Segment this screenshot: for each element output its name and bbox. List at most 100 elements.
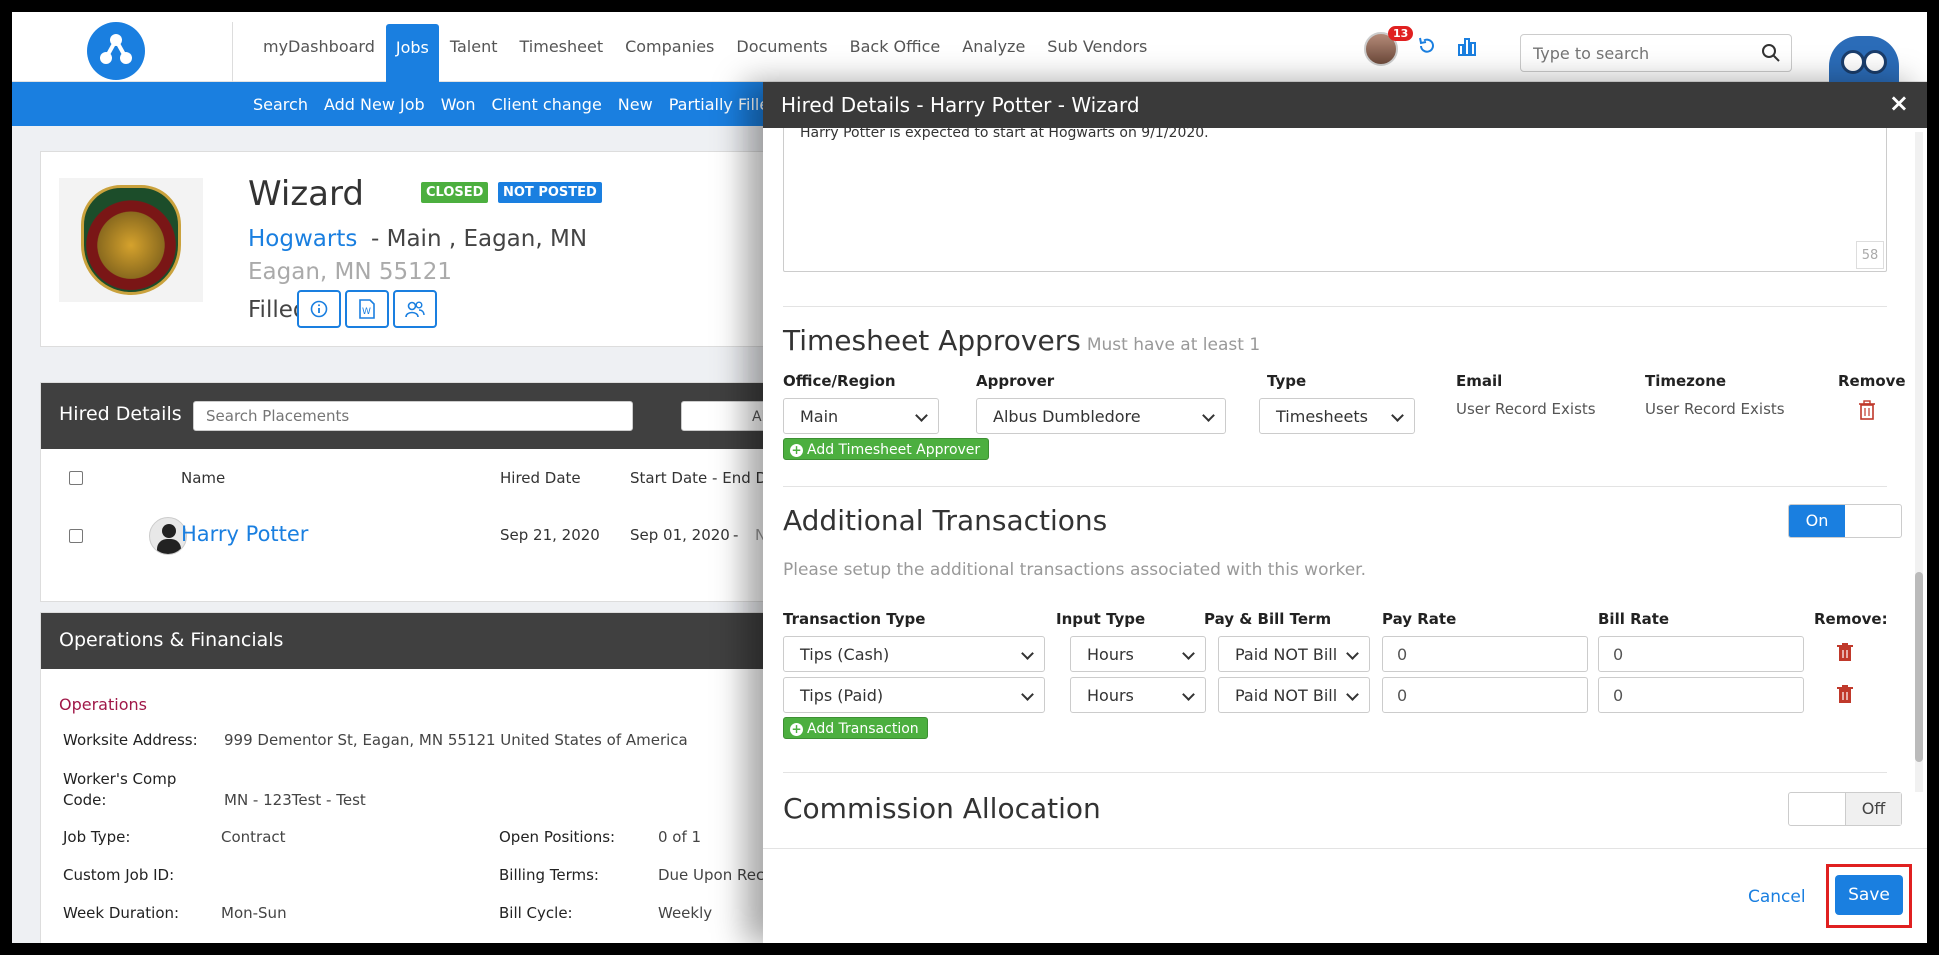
approver-timezone-value: User Record Exists	[1645, 400, 1785, 418]
workers-comp-label-1: Worker's Comp	[63, 770, 177, 788]
hired-details-header: Hired Details All	[41, 383, 801, 449]
subnav-won[interactable]: Won	[433, 95, 484, 114]
start-date-value: Sep 01, 2020	[630, 526, 730, 544]
operations-financials-panel: Operations & Financials Operations Works…	[40, 612, 792, 943]
modal-header: Hired Details - Harry Potter - Wizard ×	[763, 82, 1927, 128]
col-type: Type	[1267, 372, 1307, 390]
modal-scrollbar[interactable]	[1915, 132, 1923, 792]
open-positions-label: Open Positions:	[499, 828, 616, 846]
app-logo[interactable]	[87, 22, 145, 80]
bill-cycle-value: Weekly	[658, 904, 713, 922]
remove-transaction-trash-icon[interactable]	[1836, 642, 1854, 662]
add-timesheet-approver-button[interactable]: + Add Timesheet Approver	[783, 438, 990, 460]
approver-type-select[interactable]: Timesheets	[1259, 398, 1415, 434]
job-title: Wizard	[248, 174, 364, 214]
col-pay-bill-term: Pay & Bill Term	[1204, 610, 1332, 628]
input-type-select[interactable]: Hours	[1070, 636, 1206, 672]
search-icon[interactable]	[1761, 43, 1781, 63]
company-link[interactable]: Hogwarts	[248, 226, 357, 252]
timesheet-approvers-subtitle: Must have at least 1	[1086, 335, 1261, 355]
office-region-select[interactable]: Main	[783, 398, 939, 434]
col-office-region: Office/Region	[783, 372, 896, 390]
week-duration-label: Week Duration:	[63, 904, 180, 922]
pay-rate-input[interactable]: 0	[1382, 677, 1588, 713]
search-placements-input[interactable]	[193, 401, 633, 431]
subnav-new[interactable]: New	[610, 95, 661, 114]
subnav-add-new-job[interactable]: Add New Job	[316, 95, 433, 114]
plus-icon: +	[790, 442, 803, 457]
commission-allocation-title: Commission Allocation	[783, 792, 1101, 825]
col-transaction-remove: Remove:	[1814, 610, 1888, 628]
worksite-value: 999 Dementor St, Eagan, MN 55121 United …	[224, 731, 688, 749]
notes-textarea[interactable]: Harry Potter is expected to start at Hog…	[783, 128, 1887, 272]
notes-text: Harry Potter is expected to start at Hog…	[800, 128, 1209, 141]
owl-mascot-icon[interactable]	[1829, 36, 1899, 82]
transaction-type-select[interactable]: Tips (Cash)	[783, 636, 1045, 672]
nav-talent[interactable]: Talent	[439, 12, 509, 82]
pay-bill-term-select[interactable]: Paid NOT Bill	[1218, 677, 1370, 713]
nav-back-office[interactable]: Back Office	[839, 12, 952, 82]
commission-toggle[interactable]: Off	[1788, 792, 1902, 826]
workers-comp-label-2: Code:	[63, 791, 107, 809]
toggle-off-label: Off	[1845, 793, 1901, 825]
nav-timesheet[interactable]: Timesheet	[509, 12, 615, 82]
remove-approver-trash-icon[interactable]	[1858, 400, 1876, 420]
divider	[783, 486, 1887, 487]
word-doc-button[interactable]: W	[345, 290, 389, 328]
cancel-button[interactable]: Cancel	[1748, 887, 1806, 907]
global-search-input[interactable]	[1521, 35, 1741, 71]
approver-select[interactable]: Albus Dumbledore	[976, 398, 1226, 434]
bill-rate-input[interactable]: 0	[1598, 677, 1804, 713]
col-timezone: Timezone	[1645, 372, 1727, 390]
hired-details-title: Hired Details	[59, 403, 182, 425]
job-type-label: Job Type:	[63, 828, 131, 846]
select-all-checkbox[interactable]	[69, 471, 83, 485]
transaction-type-select[interactable]: Tips (Paid)	[783, 677, 1045, 713]
top-navbar: myDashboard Jobs Talent Timesheet Compan…	[12, 12, 1927, 82]
subnav-client-change[interactable]: Client change	[484, 95, 610, 114]
add-approver-label: Add Timesheet Approver	[807, 442, 981, 458]
nav-documents[interactable]: Documents	[725, 12, 838, 82]
nav-jobs[interactable]: Jobs	[385, 24, 439, 82]
transactions-toggle[interactable]: On	[1788, 504, 1902, 538]
add-transaction-label: Add Transaction	[807, 721, 919, 737]
col-approver: Approver	[976, 372, 1055, 390]
contacts-button[interactable]	[393, 290, 437, 328]
pay-bill-term-select[interactable]: Paid NOT Bill	[1218, 636, 1370, 672]
analytics-icon[interactable]	[1456, 35, 1478, 63]
col-name: Name	[181, 469, 226, 487]
divider	[783, 306, 1887, 307]
toggle-on-label: On	[1789, 505, 1845, 537]
user-avatar[interactable]: 13	[1364, 26, 1414, 66]
modal-title: Hired Details - Harry Potter - Wizard	[781, 93, 1140, 117]
save-highlight-box	[1826, 864, 1912, 928]
char-count: 58	[1856, 241, 1884, 269]
bill-rate-input[interactable]: 0	[1598, 636, 1804, 672]
scrollbar-thumb[interactable]	[1915, 572, 1923, 762]
status-badge-closed: CLOSED	[421, 182, 489, 203]
subnav-search[interactable]: Search	[245, 95, 316, 114]
add-transaction-button[interactable]: + Add Transaction	[783, 717, 928, 739]
info-icon	[310, 300, 328, 318]
nav-analyze[interactable]: Analyze	[951, 12, 1036, 82]
nav-sub-vendors[interactable]: Sub Vendors	[1036, 12, 1158, 82]
col-start-end-date: Start Date - End Da	[630, 469, 777, 487]
row-checkbox[interactable]	[69, 529, 83, 543]
col-hired-date: Hired Date	[500, 469, 581, 487]
divider	[783, 772, 1887, 773]
close-icon[interactable]: ×	[1889, 89, 1909, 117]
company-location: - Main , Eagan, MN	[371, 226, 588, 252]
app-frame: myDashboard Jobs Talent Timesheet Compan…	[12, 12, 1927, 943]
nav-companies[interactable]: Companies	[614, 12, 725, 82]
refresh-icon[interactable]	[1416, 35, 1438, 63]
col-input-type: Input Type	[1056, 610, 1146, 628]
notification-badge: 13	[1388, 26, 1414, 41]
nav-mydashboard[interactable]: myDashboard	[252, 12, 386, 82]
remove-transaction-trash-icon[interactable]	[1836, 684, 1854, 704]
input-type-select[interactable]: Hours	[1070, 677, 1206, 713]
pay-rate-input[interactable]: 0	[1382, 636, 1588, 672]
hired-person-link[interactable]: Harry Potter	[181, 522, 308, 546]
job-summary-card: Wizard CLOSED NOT POSTED Hogwarts - Main…	[40, 151, 792, 347]
modal-footer: Cancel Save	[763, 848, 1927, 943]
info-button[interactable]	[297, 290, 341, 328]
